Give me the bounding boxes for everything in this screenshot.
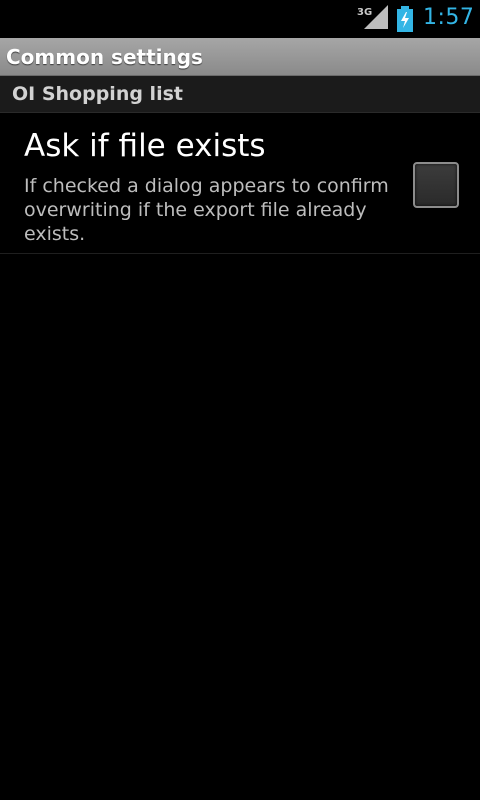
page-title: Common settings — [6, 45, 203, 69]
preference-category-header: OI Shopping list — [0, 76, 480, 113]
clock: 1:57 — [423, 5, 475, 30]
status-bar: 3G 1:57 — [0, 0, 480, 38]
preference-summary: If checked a dialog appears to confirm o… — [24, 175, 389, 245]
title-bar: Common settings — [0, 38, 480, 76]
signal-strength-icon — [364, 5, 388, 29]
preference-item-ask-if-file-exists[interactable]: Ask if file exists If checked a dialog a… — [0, 113, 480, 254]
signal-indicator: 3G — [354, 5, 388, 31]
category-label: OI Shopping list — [12, 83, 183, 105]
battery-charging-icon — [397, 6, 413, 32]
screen: 3G 1:57 Common settings OI Shopping list… — [0, 0, 480, 800]
preference-title: Ask if file exists — [24, 128, 266, 164]
ask-if-file-exists-checkbox[interactable] — [413, 162, 459, 208]
